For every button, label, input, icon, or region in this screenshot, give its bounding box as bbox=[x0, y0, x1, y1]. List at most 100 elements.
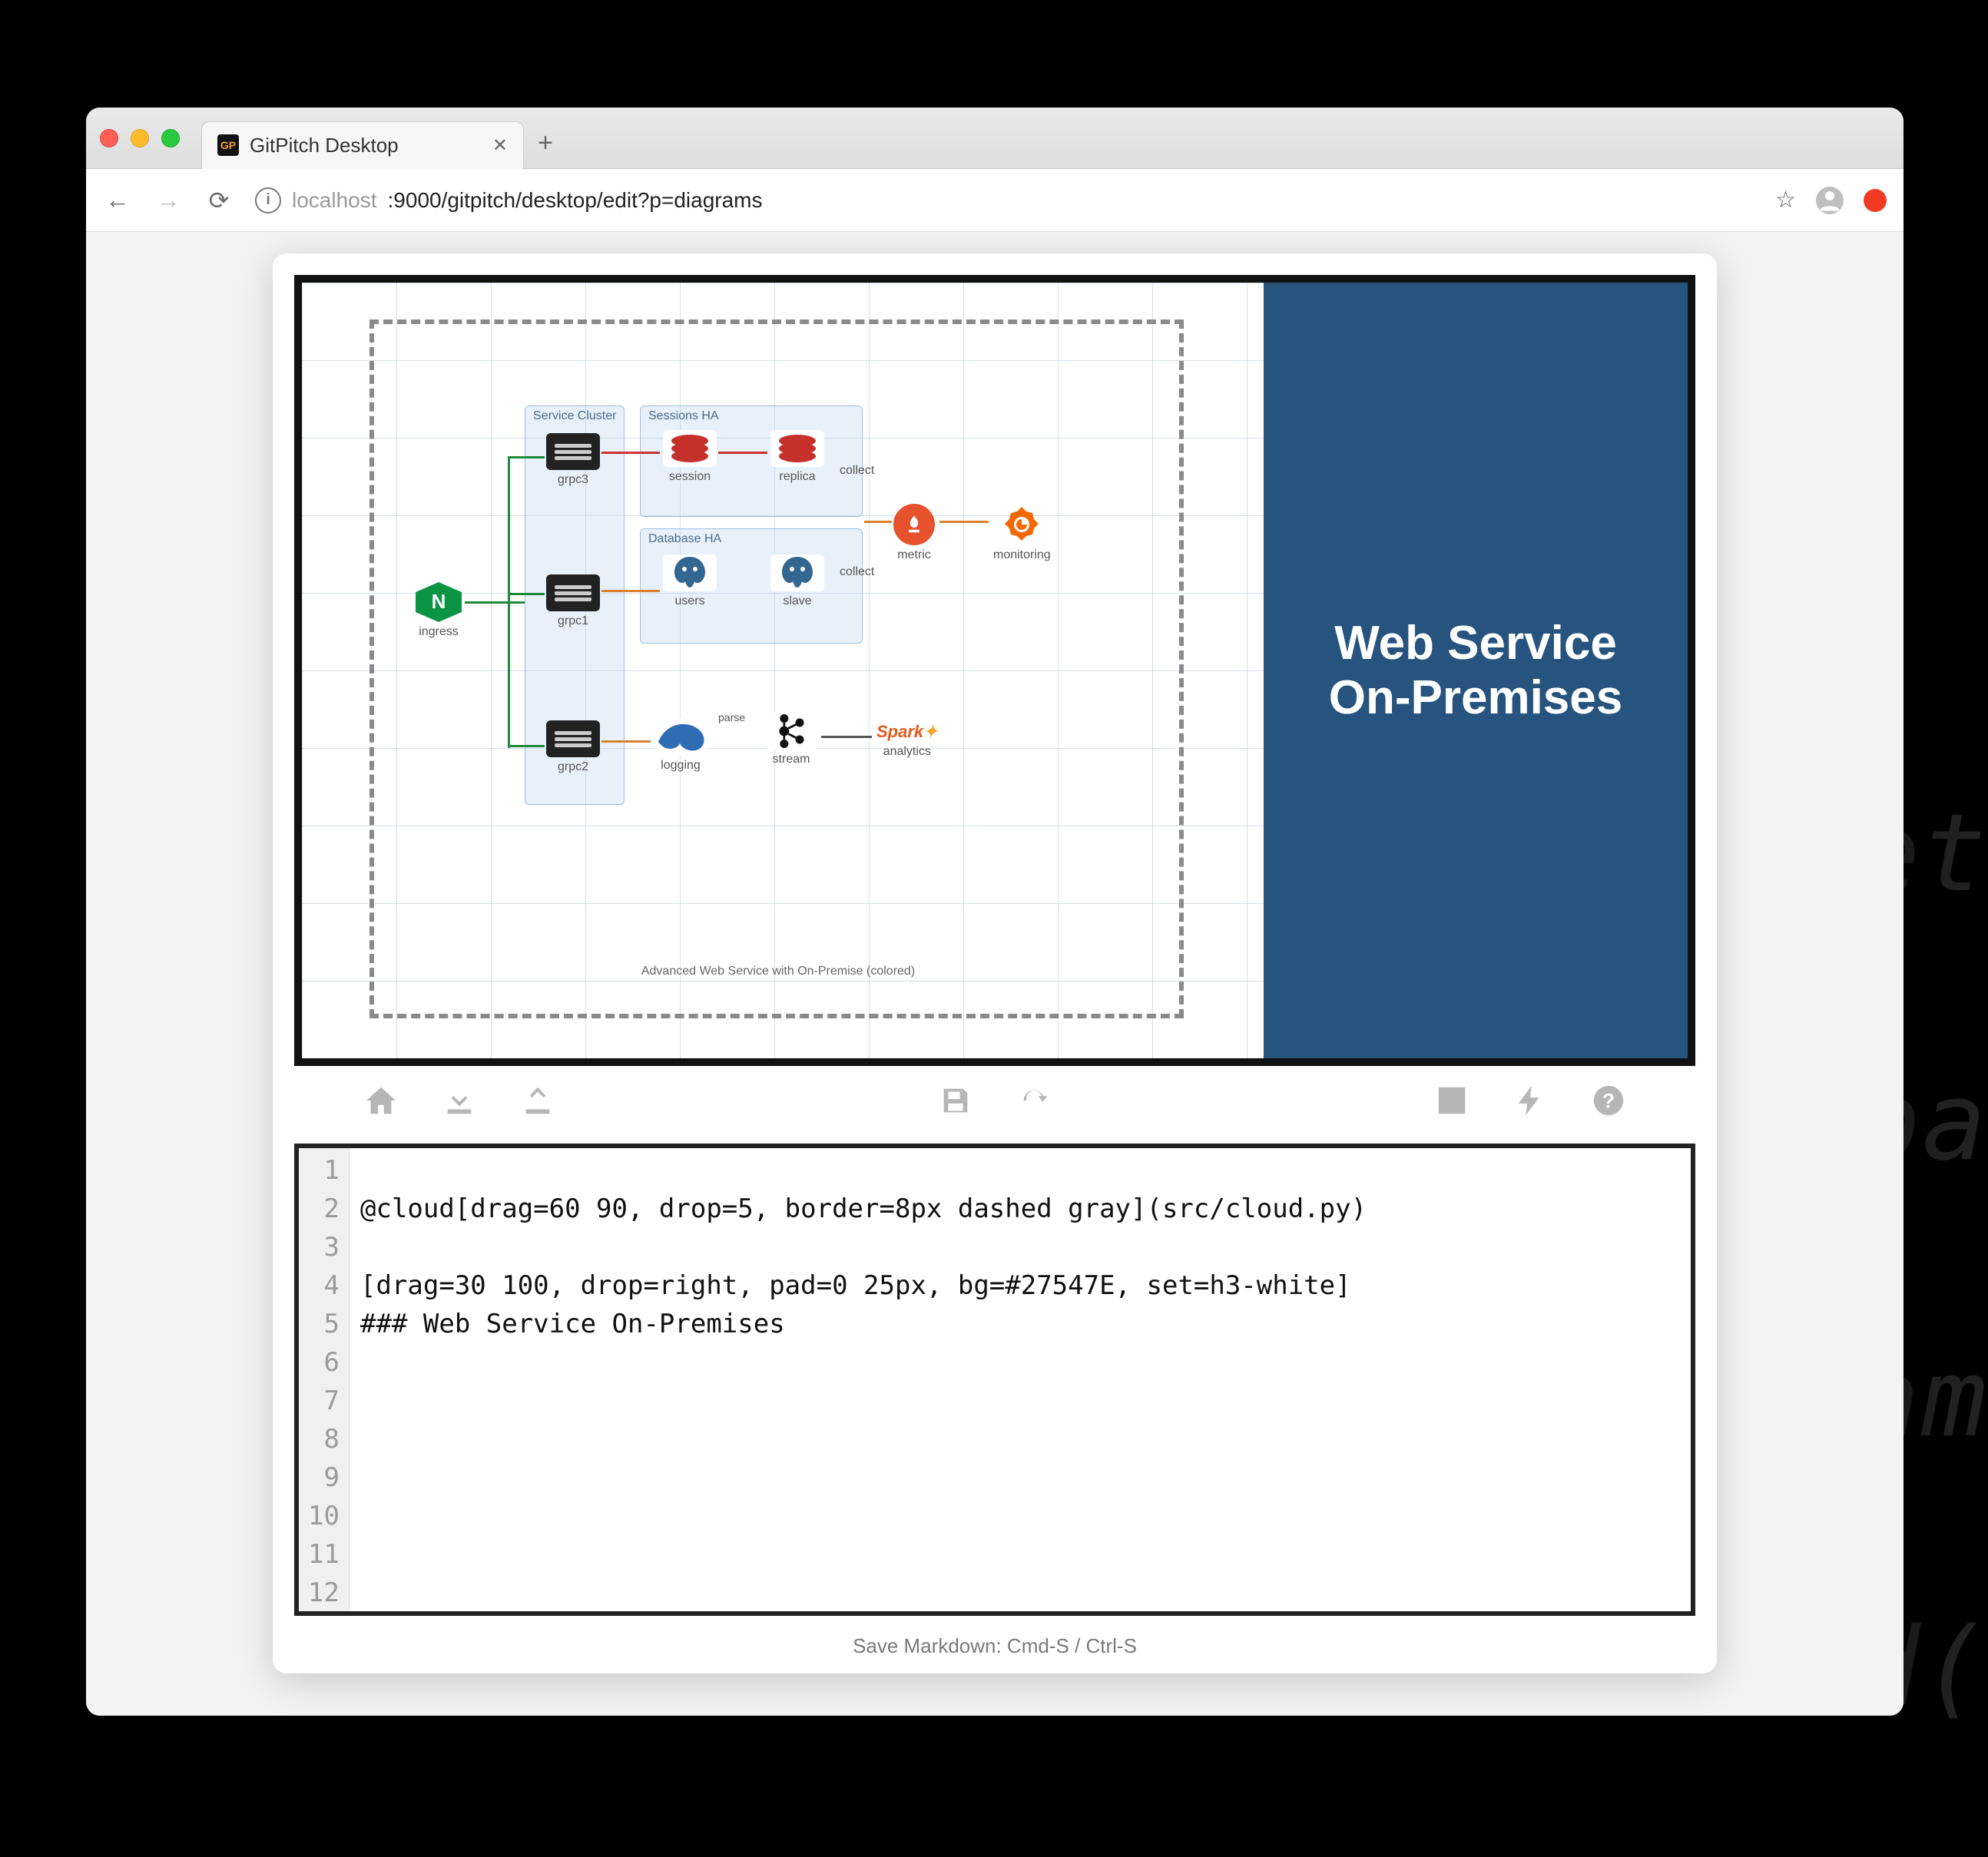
node-stream: stream bbox=[764, 713, 818, 766]
prometheus-icon bbox=[893, 504, 935, 545]
node-slave-label: slave bbox=[783, 594, 811, 608]
node-collect-1: collect bbox=[840, 464, 874, 478]
window-controls bbox=[100, 129, 180, 147]
node-grpc3-label: grpc3 bbox=[558, 473, 588, 487]
diagram-edge bbox=[601, 452, 660, 454]
lightning-button[interactable] bbox=[1513, 1083, 1548, 1127]
editor-code[interactable]: @cloud[drag=60 90, drop=5, border=8px da… bbox=[350, 1148, 1377, 1611]
node-grpc2: grpc2 bbox=[546, 720, 600, 774]
browser-titlebar: GP GitPitch Desktop ✕ + bbox=[86, 108, 1904, 169]
node-grpc1: grpc1 bbox=[546, 574, 600, 628]
browser-tab[interactable]: GP GitPitch Desktop ✕ bbox=[201, 121, 524, 169]
address-bar[interactable]: i localhost :9000/gitpitch/desktop/edit?p… bbox=[255, 179, 1754, 222]
home-button[interactable] bbox=[363, 1083, 399, 1127]
url-path: :9000/gitpitch/desktop/edit?p=diagrams bbox=[388, 188, 763, 213]
nginx-icon: N bbox=[416, 582, 462, 622]
editor-line[interactable] bbox=[360, 1151, 1367, 1190]
node-monitoring-label: monitoring bbox=[993, 548, 1051, 562]
diagram-edge bbox=[939, 521, 989, 523]
node-ingress: N ingress bbox=[416, 582, 462, 639]
diagram-edge bbox=[718, 452, 767, 454]
save-button[interactable] bbox=[938, 1083, 973, 1127]
node-ingress-label: ingress bbox=[419, 625, 459, 639]
node-analytics-label: analytics bbox=[883, 745, 931, 759]
node-collect2-label: collect bbox=[840, 565, 874, 579]
architecture-diagram: Service Cluster Sessions HA Database HA bbox=[409, 390, 1147, 951]
svg-text:N: N bbox=[432, 590, 446, 613]
download-button[interactable] bbox=[442, 1083, 477, 1127]
node-collect1-label: collect bbox=[840, 464, 874, 478]
editor-line[interactable] bbox=[360, 1574, 1367, 1612]
node-monitoring: monitoring bbox=[993, 504, 1051, 562]
editor-line[interactable] bbox=[360, 1382, 1367, 1420]
server-icon bbox=[546, 720, 600, 757]
node-users-label: users bbox=[674, 594, 704, 608]
editor-line[interactable]: [drag=30 100, drop=right, pad=0 25px, bg… bbox=[360, 1266, 1367, 1305]
node-collect-2: collect bbox=[840, 565, 874, 579]
node-parse: parse bbox=[718, 711, 745, 723]
node-logging-label: logging bbox=[661, 759, 701, 773]
editor-line[interactable] bbox=[360, 1420, 1367, 1458]
tab-favicon: GP bbox=[217, 134, 239, 156]
diagram-edge bbox=[508, 745, 545, 747]
cluster-service-label: Service Cluster bbox=[533, 409, 616, 423]
maximize-window-button[interactable] bbox=[161, 129, 180, 147]
redis-icon bbox=[663, 430, 717, 467]
new-tab-button[interactable]: + bbox=[530, 128, 561, 159]
editor-line[interactable]: ### Web Service On-Premises bbox=[360, 1305, 1367, 1343]
forward-button[interactable]: → bbox=[154, 186, 183, 214]
expand-button[interactable] bbox=[1434, 1083, 1469, 1127]
node-analytics: Spark✦ analytics bbox=[876, 722, 938, 759]
upload-button[interactable] bbox=[520, 1083, 555, 1127]
kafka-icon bbox=[764, 713, 818, 750]
close-window-button[interactable] bbox=[100, 129, 118, 147]
editor-line[interactable] bbox=[360, 1497, 1367, 1535]
reload-button[interactable]: ⟳ bbox=[204, 186, 234, 215]
editor-line[interactable] bbox=[360, 1458, 1367, 1497]
redis-icon bbox=[770, 430, 824, 467]
tab-close-button[interactable]: ✕ bbox=[492, 134, 508, 157]
node-users: users bbox=[663, 554, 717, 608]
minimize-window-button[interactable] bbox=[131, 129, 149, 147]
node-stream-label: stream bbox=[773, 753, 810, 766]
diagram-edge bbox=[601, 590, 660, 592]
extension-icon[interactable] bbox=[1864, 189, 1887, 212]
diagram-edge bbox=[508, 456, 545, 458]
slide-preview[interactable]: Service Cluster Sessions HA Database HA bbox=[294, 275, 1695, 1066]
slide-right-panel: Web Service On-Premises bbox=[1264, 283, 1688, 1058]
node-grpc3: grpc3 bbox=[546, 433, 600, 487]
node-metric: metric bbox=[893, 504, 935, 562]
footer-hint: Save Markdown: Cmd-S / Ctrl-S bbox=[294, 1616, 1695, 1661]
cluster-database-label: Database HA bbox=[648, 532, 721, 546]
gitpitch-app: Service Cluster Sessions HA Database HA bbox=[273, 253, 1717, 1673]
markdown-editor[interactable]: 123456789101112 @cloud[drag=60 90, drop=… bbox=[294, 1144, 1695, 1616]
postgres-icon bbox=[663, 554, 717, 591]
node-grpc2-label: grpc2 bbox=[558, 760, 588, 774]
browser-window: GP GitPitch Desktop ✕ + ← → ⟳ i localhos… bbox=[86, 108, 1904, 1716]
spark-icon: Spark✦ bbox=[876, 722, 938, 742]
node-slave: slave bbox=[770, 554, 824, 608]
tab-title: GitPitch Desktop bbox=[250, 134, 399, 157]
back-button[interactable]: ← bbox=[103, 186, 132, 214]
bookmark-star-icon[interactable]: ☆ bbox=[1775, 187, 1796, 214]
editor-gutter: 123456789101112 bbox=[299, 1148, 350, 1611]
diagram-edge bbox=[465, 601, 525, 604]
profile-avatar-icon[interactable] bbox=[1816, 187, 1844, 214]
help-button[interactable]: ? bbox=[1591, 1083, 1626, 1127]
diagram-edge bbox=[864, 521, 892, 523]
node-logging: logging bbox=[654, 719, 707, 773]
site-info-icon[interactable]: i bbox=[255, 187, 281, 214]
node-metric-label: metric bbox=[897, 548, 931, 562]
editor-line[interactable] bbox=[360, 1228, 1367, 1266]
editor-line[interactable]: @cloud[drag=60 90, drop=5, border=8px da… bbox=[360, 1190, 1367, 1228]
node-session: session bbox=[663, 430, 717, 484]
editor-line[interactable] bbox=[360, 1343, 1367, 1382]
diagram-caption: Advanced Web Service with On-Premise (co… bbox=[641, 965, 915, 978]
node-replica-label: replica bbox=[779, 470, 815, 484]
server-icon bbox=[546, 433, 600, 470]
page-viewport: Service Cluster Sessions HA Database HA bbox=[86, 232, 1904, 1716]
refresh-button[interactable] bbox=[1016, 1083, 1052, 1127]
node-parse-label: parse bbox=[718, 711, 745, 723]
url-host: localhost bbox=[292, 188, 377, 213]
editor-line[interactable] bbox=[360, 1535, 1367, 1574]
